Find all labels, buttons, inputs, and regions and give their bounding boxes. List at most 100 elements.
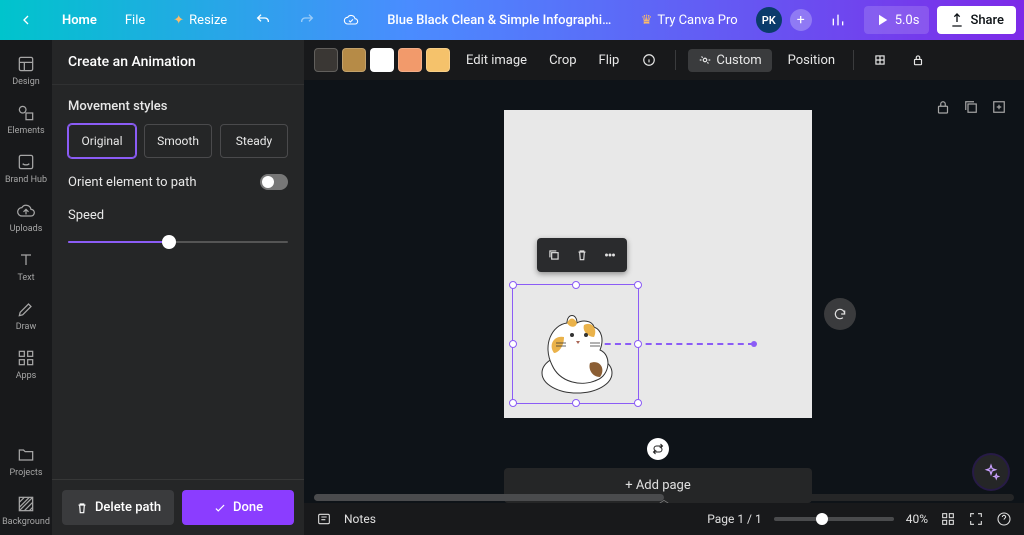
grid-view-icon[interactable] <box>940 511 956 527</box>
orient-toggle[interactable] <box>260 174 288 190</box>
upload-icon <box>949 12 965 28</box>
delete-path-button[interactable]: Delete path <box>62 490 174 525</box>
done-button[interactable]: Done <box>182 490 294 525</box>
avatar[interactable]: PK <box>756 7 782 33</box>
style-steady[interactable]: Steady <box>220 124 288 158</box>
shapes-icon <box>16 103 36 123</box>
swatch-3[interactable] <box>370 48 394 72</box>
resize-handle-tl[interactable] <box>509 281 517 289</box>
duplicate-page-icon[interactable] <box>962 98 980 116</box>
page-lock-icon[interactable] <box>934 98 952 116</box>
notes-button[interactable]: Notes <box>344 512 376 526</box>
context-toolbar: Edit image Crop Flip Custom Position <box>304 40 1024 80</box>
check-icon <box>213 501 227 515</box>
transparency-icon <box>873 53 887 67</box>
redo-icon <box>299 12 315 28</box>
resize-handle-mt[interactable] <box>572 281 580 289</box>
replay-fab[interactable] <box>824 298 856 330</box>
undo-button[interactable] <box>245 6 281 34</box>
layout-icon <box>16 54 36 74</box>
resize-handle-tr[interactable] <box>634 281 642 289</box>
more-button[interactable] <box>597 242 623 268</box>
info-icon <box>642 53 656 67</box>
flip-button[interactable]: Flip <box>593 49 626 72</box>
brand-icon <box>16 152 36 172</box>
play-icon <box>874 12 890 28</box>
resize-handle-bl[interactable] <box>509 399 517 407</box>
nav-projects[interactable]: Projects <box>0 439 52 486</box>
zoom-slider[interactable] <box>774 517 894 521</box>
swatch-1[interactable] <box>314 48 338 72</box>
zoom-value[interactable]: 40% <box>906 512 928 526</box>
grid-icon <box>16 348 36 368</box>
add-member-button[interactable]: + <box>790 9 812 31</box>
resize-handle-mr[interactable] <box>634 340 642 348</box>
magic-fab[interactable] <box>974 455 1008 489</box>
file-menu[interactable]: File <box>115 7 155 34</box>
try-pro-label: Try Canva Pro <box>657 13 737 28</box>
resize-handle-br[interactable] <box>634 399 642 407</box>
sparkle-icon <box>982 463 1000 481</box>
refresh-icon <box>833 307 847 321</box>
analytics-button[interactable] <box>820 6 856 34</box>
swatch-2[interactable] <box>342 48 366 72</box>
nav-text[interactable]: Text <box>0 244 52 291</box>
color-swatches <box>314 48 450 72</box>
trash-icon <box>75 501 89 515</box>
crown-icon: ♛ <box>641 13 653 28</box>
viewport[interactable]: + Add page ︿ Notes Page 1 / 1 40% <box>304 80 1024 535</box>
resize-handle-mb[interactable] <box>572 399 580 407</box>
share-button[interactable]: Share <box>937 6 1016 34</box>
crown-icon: ✦ <box>173 13 184 28</box>
cloud-check-icon <box>343 12 359 28</box>
nav-draw[interactable]: Draw <box>0 293 52 340</box>
transparency-button[interactable] <box>866 49 894 71</box>
help-icon[interactable] <box>996 511 1012 527</box>
back-button[interactable] <box>8 6 44 34</box>
nav-brand-hub[interactable]: Brand Hub <box>0 146 52 193</box>
animate-custom-button[interactable]: Custom <box>688 49 771 72</box>
undo-icon <box>255 12 271 28</box>
redo-button[interactable] <box>289 6 325 34</box>
style-original[interactable]: Original <box>68 124 136 158</box>
fullscreen-icon[interactable] <box>968 511 984 527</box>
crop-button[interactable]: Crop <box>543 49 582 72</box>
delete-button[interactable] <box>569 242 595 268</box>
nav-elements[interactable]: Elements <box>0 97 52 144</box>
play-button[interactable]: 5.0s <box>864 6 930 34</box>
loop-button[interactable] <box>647 438 669 460</box>
try-pro-button[interactable]: ♛ Try Canva Pro <box>631 7 748 34</box>
page-indicator[interactable]: Page 1 / 1 <box>707 512 762 526</box>
nav-design[interactable]: Design <box>0 48 52 95</box>
nav-background[interactable]: Background <box>0 488 52 535</box>
nav-apps[interactable]: Apps <box>0 342 52 389</box>
swatch-5[interactable] <box>426 48 450 72</box>
lock-icon <box>911 53 925 67</box>
lock-button[interactable] <box>904 49 932 71</box>
floating-toolbar <box>537 238 627 272</box>
path-endpoint[interactable] <box>751 341 757 347</box>
speed-slider[interactable] <box>68 235 288 249</box>
speed-label: Speed <box>68 208 288 223</box>
selection-box[interactable] <box>512 284 639 404</box>
swatch-4[interactable] <box>398 48 422 72</box>
movement-styles-heading: Movement styles <box>68 99 288 114</box>
left-nav: Design Elements Brand Hub Uploads Text D… <box>0 40 52 535</box>
nav-uploads[interactable]: Uploads <box>0 195 52 242</box>
orient-label: Orient element to path <box>68 175 197 190</box>
cloud-sync-button[interactable] <box>333 6 369 34</box>
duplicate-button[interactable] <box>541 242 567 268</box>
edit-image-button[interactable]: Edit image <box>460 49 533 72</box>
notes-icon[interactable] <box>316 511 332 527</box>
resize-handle-ml[interactable] <box>509 340 517 348</box>
info-button[interactable] <box>635 49 663 71</box>
home-button[interactable]: Home <box>52 7 107 34</box>
document-title[interactable]: Blue Black Clean & Simple Infographic In… <box>377 13 623 28</box>
add-page-icon[interactable] <box>990 98 1008 116</box>
style-smooth[interactable]: Smooth <box>144 124 212 158</box>
resize-button[interactable]: ✦Resize <box>163 7 237 34</box>
position-button[interactable]: Position <box>782 49 841 72</box>
dots-icon <box>603 248 617 262</box>
duration-label: 5.0s <box>895 13 920 28</box>
motion-icon <box>698 53 712 67</box>
